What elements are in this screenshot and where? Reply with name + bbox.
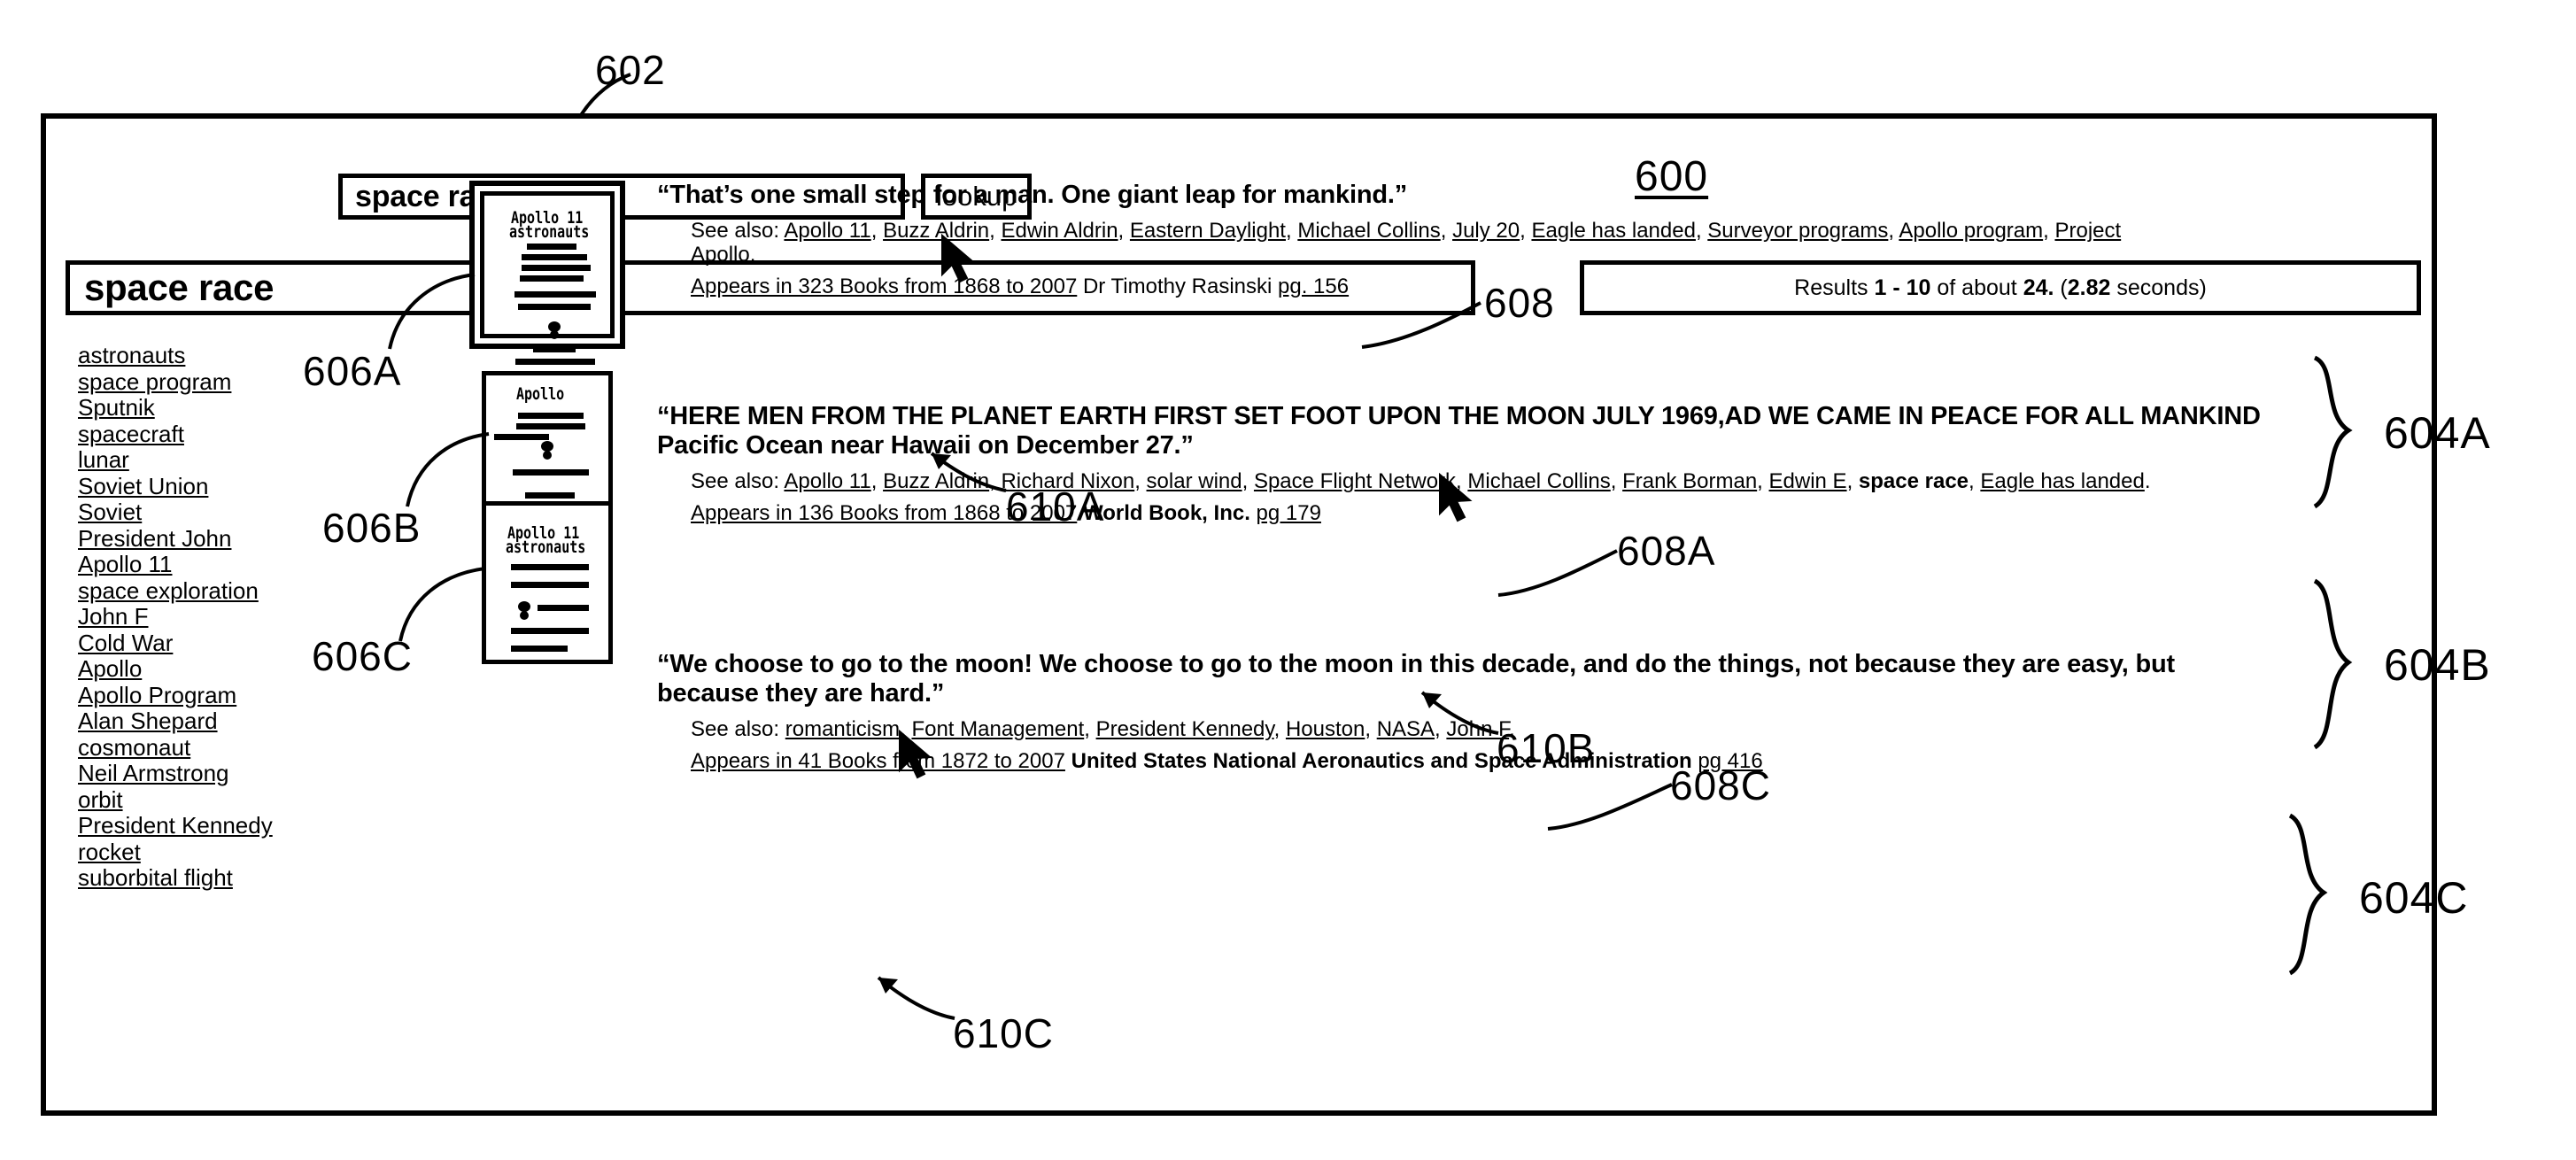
result-thumbnail-c[interactable]: Apollo 11 astronauts xyxy=(482,501,613,664)
term-link[interactable]: Soviet xyxy=(78,499,142,526)
term-link[interactable]: John F xyxy=(78,603,149,630)
callout-608C: 608C xyxy=(1670,762,1771,808)
result-author: United States National Aeronautics and S… xyxy=(1071,749,1692,773)
leader-line-608A xyxy=(1497,549,1618,597)
leader-line-606C xyxy=(398,567,486,642)
term-link[interactable]: orbit xyxy=(78,786,123,814)
page-link[interactable]: pg. 156 xyxy=(1278,275,1349,298)
term-link[interactable]: President Kennedy xyxy=(78,812,273,839)
result-see-also-b: See also: Apollo 11, Buzz Aldrin, Richar… xyxy=(691,469,2151,493)
see-also-link[interactable]: July 20 xyxy=(1452,219,1520,243)
figure-frame: space race lookup space race Results 1 -… xyxy=(41,113,2437,1116)
callout-610A: 610A xyxy=(1006,483,1105,530)
cursor-arrow-610A xyxy=(939,233,978,291)
term-link[interactable]: Apollo 11 xyxy=(78,551,173,578)
term-link[interactable]: rocket xyxy=(78,839,141,866)
term-link[interactable]: space program xyxy=(78,368,231,396)
term-link[interactable]: astronauts xyxy=(78,342,185,369)
see-also-link[interactable]: Edwin Aldrin xyxy=(1001,219,1118,243)
leader-line-608 xyxy=(1361,301,1481,349)
callout-610C: 610C xyxy=(953,1010,1054,1056)
cursor-arrow-610C xyxy=(896,729,935,787)
result-block-a: “That’s one small step for a man. One gi… xyxy=(657,181,2180,298)
result-block-b: “HERE MEN FROM THE PLANET EARTH FIRST SE… xyxy=(657,402,2322,525)
see-also-link[interactable]: Eagle has landed xyxy=(1980,469,2144,493)
thumbnail-title-a-line2: astronauts xyxy=(509,221,590,242)
see-also-link[interactable]: romanticism xyxy=(785,717,900,741)
callout-604A: 604A xyxy=(2384,408,2491,458)
see-also-link[interactable]: Eastern Daylight xyxy=(1130,219,1286,243)
result-quote-a: “That’s one small step for a man. One gi… xyxy=(657,181,1408,209)
leader-line-608C xyxy=(1547,783,1673,831)
brace-604C xyxy=(2285,810,2347,983)
brace-604B xyxy=(2309,576,2371,757)
leader-line-610C xyxy=(877,976,955,1020)
result-appears-c: Appears in 41 Books from 1872 to 2007 Un… xyxy=(657,749,2189,773)
see-also-label: See also: xyxy=(691,219,780,243)
callout-604C: 604C xyxy=(2359,873,2469,923)
term-link[interactable]: Cold War xyxy=(78,630,173,657)
term-link[interactable]: Neil Armstrong xyxy=(78,760,229,787)
leader-line-610B xyxy=(1420,691,1499,735)
thumbnail-title-b-line1: Apollo xyxy=(516,383,565,404)
callout-610B: 610B xyxy=(1497,725,1596,771)
appears-in-link[interactable]: Appears in 323 Books from 1868 to 2007 xyxy=(691,275,1077,298)
result-see-also-a: See also: Apollo 11, Buzz Aldrin, Edwin … xyxy=(691,219,2122,267)
term-link[interactable]: Soviet Union xyxy=(78,473,208,500)
page-title: space race xyxy=(84,267,275,308)
leader-line-610A xyxy=(930,452,1007,492)
see-also-link[interactable]: Apollo 11 xyxy=(784,219,870,243)
see-also-link[interactable]: Apollo program xyxy=(1899,219,2043,243)
thumbnail-content-a: Apollo 11 astronauts xyxy=(484,196,610,365)
result-appears-b: Appears in 136 Books from 1868 to 2007 W… xyxy=(657,501,2322,525)
see-also-link[interactable]: Apollo 11 xyxy=(784,469,870,493)
see-also-link[interactable]: Michael Collins xyxy=(1297,219,1440,243)
see-also-link[interactable]: Frank Borman xyxy=(1622,469,1757,493)
appears-in-link[interactable]: Appears in 41 Books from 1872 to 2007 xyxy=(691,749,1065,773)
term-link[interactable]: Sputnik xyxy=(78,394,155,421)
thumbnail-title-c-line2: astronauts xyxy=(506,537,586,557)
term-link[interactable]: Apollo Program xyxy=(78,682,236,709)
see-also-link[interactable]: President Kennedy xyxy=(1096,717,1274,741)
leader-line-606A xyxy=(388,273,476,350)
callout-600: 600 xyxy=(1635,153,1709,200)
see-also-link[interactable]: Space Flight Network xyxy=(1254,469,1456,493)
result-thumbnail-a[interactable]: Apollo 11 astronauts xyxy=(469,181,625,365)
see-also-label: See also: xyxy=(691,469,780,493)
see-also-link[interactable]: Michael Collins xyxy=(1467,469,1610,493)
related-terms-list: astronauts space program Sputnik spacecr… xyxy=(78,342,344,892)
callout-608A: 608A xyxy=(1617,528,1716,574)
term-link[interactable]: lunar xyxy=(78,446,129,474)
brace-604A xyxy=(2309,352,2371,516)
result-author: Dr Timothy Rasinski xyxy=(1082,275,1273,298)
see-also-link[interactable]: Surveyor programs xyxy=(1707,219,1888,243)
see-also-link[interactable]: Houston xyxy=(1286,717,1365,741)
thumbnail-c-stray-rule xyxy=(494,434,549,440)
term-link[interactable]: suborbital flight xyxy=(78,864,233,892)
page-link[interactable]: pg 179 xyxy=(1257,501,1321,525)
see-also-link[interactable]: solar wind xyxy=(1147,469,1242,493)
term-link[interactable]: spacecraft xyxy=(78,421,184,448)
cursor-arrow-610B xyxy=(1436,472,1475,530)
see-also-link[interactable]: Eagle has landed xyxy=(1531,219,1695,243)
term-link[interactable]: President John xyxy=(78,525,231,553)
thumbnail-content-c: Apollo 11 astronauts xyxy=(486,506,608,660)
see-also-link[interactable]: Font Management xyxy=(911,717,1084,741)
term-link[interactable]: cosmonaut xyxy=(78,734,190,762)
term-link[interactable]: space exploration xyxy=(78,577,259,605)
see-also-link[interactable]: Edwin E xyxy=(1769,469,1847,493)
see-also-current-term: space race xyxy=(1858,469,1969,493)
see-also-label: See also: xyxy=(691,717,780,741)
thumbnail-page-a: Apollo 11 astronauts xyxy=(480,191,615,365)
term-link[interactable]: Alan Shepard xyxy=(78,708,218,735)
result-quote-b: “HERE MEN FROM THE PLANET EARTH FIRST SE… xyxy=(657,402,2261,460)
term-link[interactable]: Apollo xyxy=(78,655,142,683)
callout-604B: 604B xyxy=(2384,640,2491,690)
result-author: World Book, Inc. xyxy=(1082,501,1250,525)
